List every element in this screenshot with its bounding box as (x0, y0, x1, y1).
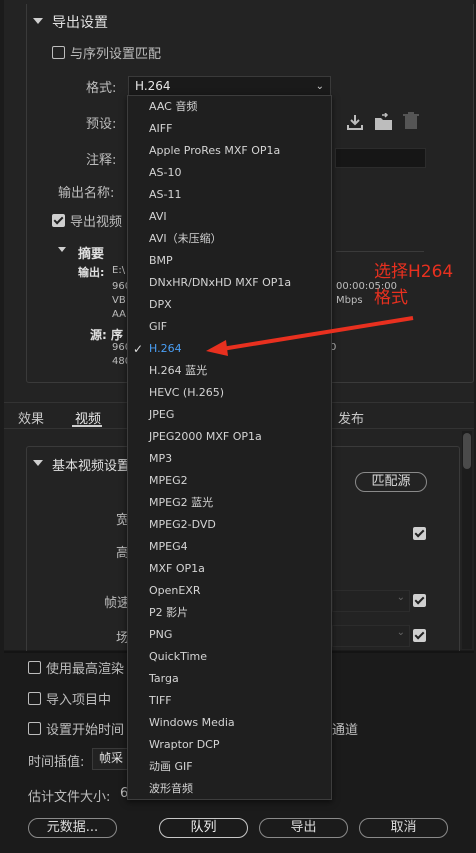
chevron-down-icon: ⌄ (315, 81, 324, 92)
format-option[interactable]: GIF (149, 317, 167, 337)
format-option[interactable]: AIFF (149, 119, 172, 139)
cancel-button[interactable]: 取消 (359, 818, 448, 838)
export-button[interactable]: 导出 (259, 818, 348, 838)
section-title-video-settings: 基本视频设置 (52, 459, 131, 474)
metadata-button[interactable]: 元数据... (28, 818, 117, 838)
format-option[interactable]: AVI (149, 207, 167, 227)
format-dropdown-list: AAC 音频 AIFF Apple ProRes MXF OP1a AS-10 … (127, 95, 332, 800)
format-option[interactable]: AS-11 (149, 185, 181, 205)
format-label: 格式: (86, 81, 117, 96)
section-title-export-settings: 导出设置 (52, 15, 108, 31)
field-match-checkbox[interactable] (413, 629, 426, 642)
tab-effects[interactable]: 效果 (18, 408, 44, 427)
max-render-label: 使用最高渲染 (46, 662, 125, 677)
download-icon[interactable] (346, 113, 364, 131)
format-option[interactable]: AS-10 (149, 163, 181, 183)
format-option[interactable]: MPEG4 (149, 537, 188, 557)
format-option[interactable]: Wraptor DCP (149, 735, 219, 755)
comment-label: 注释: (86, 153, 117, 168)
summary-title: 摘要 (78, 247, 105, 262)
source-summary-label: 源: 序 (90, 328, 123, 342)
format-option[interactable]: JPEG (149, 405, 174, 425)
format-option[interactable]: DNxHR/DNxHD MXF OP1a (149, 273, 291, 293)
format-option-selected[interactable]: H.264 (149, 339, 182, 359)
set-start-time-label: 设置开始时间 (46, 723, 125, 738)
format-option[interactable]: 波形音频 (149, 779, 193, 799)
set-start-time-checkbox[interactable] (28, 722, 41, 735)
preset-label: 预设: (86, 117, 117, 132)
output-line: VB (112, 295, 126, 306)
time-interpolation-label: 时间插值: (28, 755, 85, 770)
scrollbar-thumb[interactable] (463, 433, 471, 469)
format-option[interactable]: AVI（未压缩） (149, 229, 222, 249)
time-interpolation-select[interactable]: 帧采 (92, 748, 128, 770)
export-video-label: 导出视频 (70, 215, 123, 230)
estimated-size-label: 估计文件大小: (28, 790, 111, 805)
time-interpolation-value: 帧采 (99, 751, 124, 765)
format-option[interactable]: HEVC (H.265) (149, 383, 224, 403)
format-option[interactable]: DPX (149, 295, 172, 315)
queue-button[interactable]: 队列 (159, 818, 248, 838)
format-option[interactable]: TIFF (149, 691, 172, 711)
format-option[interactable]: MP3 (149, 449, 172, 469)
format-select-value: H.264 (135, 79, 171, 93)
format-option[interactable]: JPEG2000 MXF OP1a (149, 427, 262, 447)
format-option[interactable]: PNG (149, 625, 172, 645)
match-sequence-checkbox[interactable] (52, 46, 65, 59)
annotation-text: 选择H264 (374, 262, 454, 282)
export-video-checkbox[interactable] (52, 214, 65, 227)
format-option[interactable]: OpenEXR (149, 581, 201, 601)
output-summary-label: 输出: (78, 266, 105, 279)
format-option[interactable]: P2 影片 (149, 603, 188, 623)
field-order-select[interactable]: ⌄ (332, 625, 410, 647)
format-option[interactable]: MPEG2-DVD (149, 515, 216, 535)
width-match-checkbox[interactable] (413, 527, 426, 540)
chevron-down-icon: ⌄ (396, 627, 405, 638)
summary-collapse-icon[interactable] (58, 247, 66, 252)
format-option[interactable]: BMP (149, 251, 173, 271)
annotation-text: 格式 (374, 288, 408, 308)
format-option[interactable]: Apple ProRes MXF OP1a (149, 141, 280, 161)
channel-label: 通道 (332, 723, 359, 738)
format-option[interactable]: 动画 GIF (149, 757, 193, 777)
format-option[interactable]: MPEG2 (149, 471, 188, 491)
match-source-button[interactable]: 匹配源 (355, 472, 427, 492)
summary-divider (336, 251, 424, 252)
format-option[interactable]: Windows Media (149, 713, 235, 733)
collapse-triangle-icon[interactable] (33, 18, 43, 24)
active-tab-underline (72, 425, 102, 427)
format-option[interactable]: H.264 蓝光 (149, 361, 207, 381)
collapse-triangle-icon[interactable] (33, 460, 43, 466)
match-sequence-label: 与序列设置匹配 (70, 47, 162, 62)
format-option[interactable]: AAC 音频 (149, 97, 197, 117)
format-option[interactable]: MPEG2 蓝光 (149, 493, 213, 513)
format-option[interactable]: QuickTime (149, 647, 207, 667)
trash-icon[interactable] (403, 112, 419, 130)
chevron-down-icon: ⌄ (396, 592, 405, 603)
format-select[interactable]: H.264 ⌄ (128, 76, 331, 97)
frame-rate-match-checkbox[interactable] (413, 594, 426, 607)
import-project-checkbox[interactable] (28, 692, 41, 705)
import-folder-icon[interactable] (374, 113, 394, 131)
format-option[interactable]: Targa (149, 669, 179, 689)
checkmark-icon: ✓ (133, 342, 144, 356)
annotation-arrow-icon (206, 316, 414, 356)
output-bitrate-unit: Mbps (336, 295, 363, 306)
comment-input[interactable] (335, 148, 426, 168)
tab-publish[interactable]: 发布 (338, 408, 364, 427)
output-line: AA (112, 309, 126, 320)
output-name-label: 输出名称: (58, 186, 115, 201)
frame-rate-select[interactable]: ⌄ (332, 590, 410, 612)
import-project-label: 导入项目中 (46, 693, 112, 708)
output-line: E:\ (112, 265, 126, 276)
max-render-checkbox[interactable] (28, 661, 41, 674)
format-option[interactable]: MXF OP1a (149, 559, 205, 579)
